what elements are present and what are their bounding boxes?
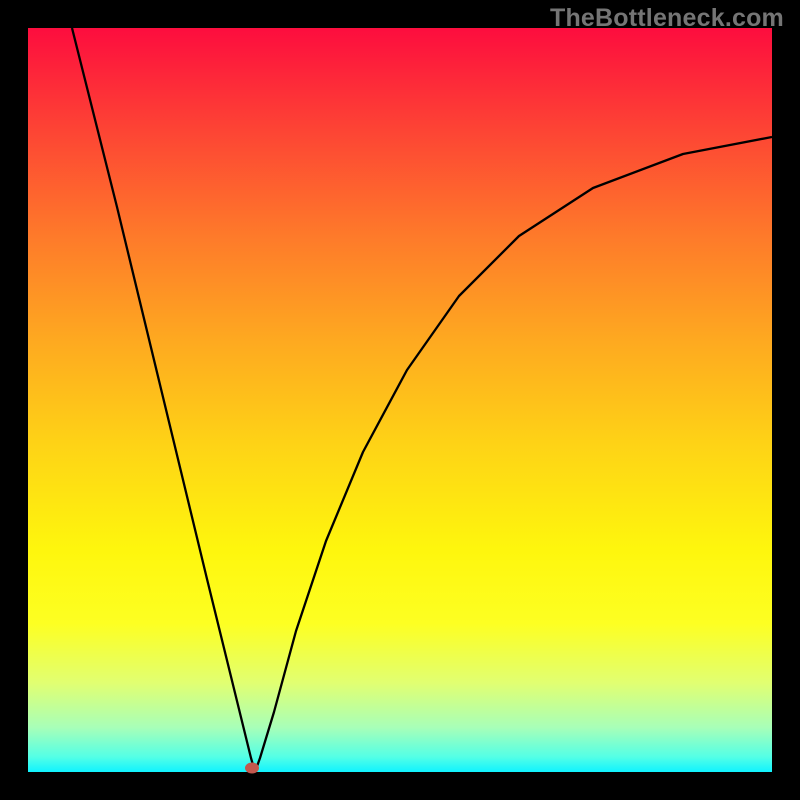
plot-area [28, 28, 772, 772]
watermark-text: TheBottleneck.com [550, 4, 784, 33]
bottleneck-curve [28, 28, 772, 772]
min-point-marker [245, 763, 259, 774]
chart-frame: TheBottleneck.com [0, 0, 800, 800]
curve-path [72, 28, 772, 772]
